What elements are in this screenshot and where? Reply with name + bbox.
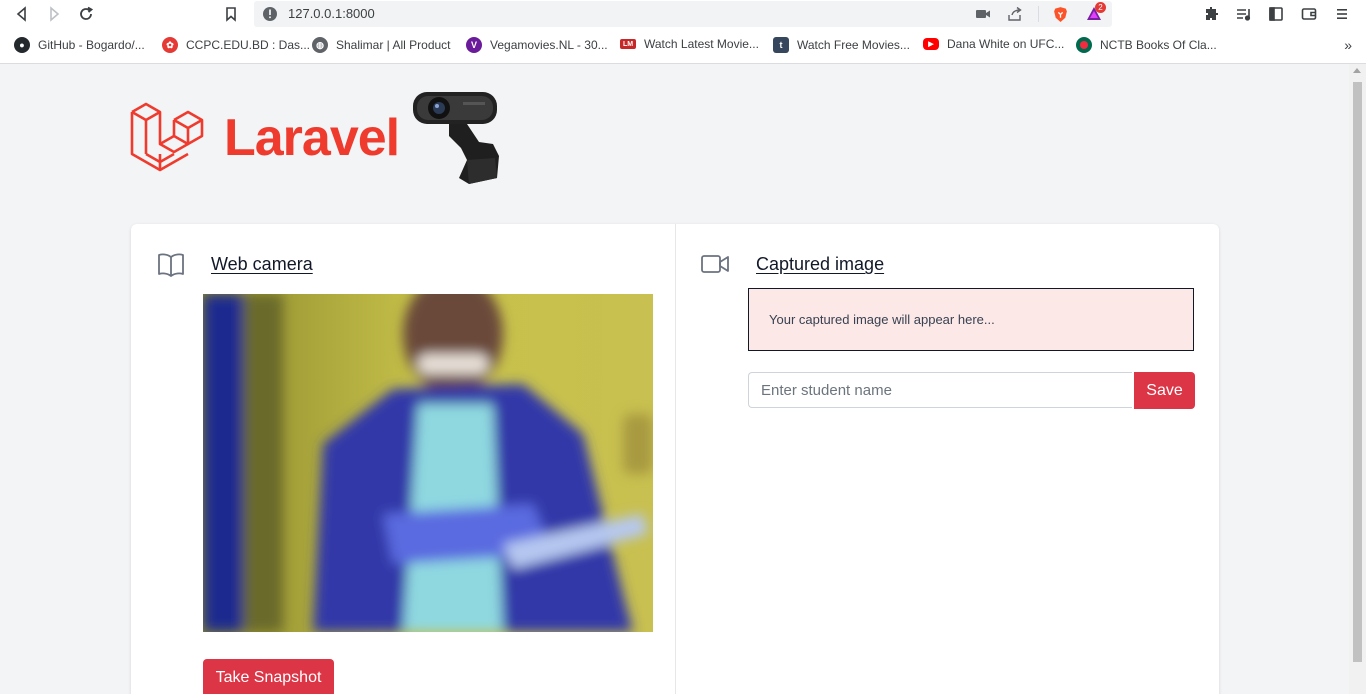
video-camera-icon: [701, 255, 729, 273]
bookmarks-bar: ● GitHub - Bogardo/... ✿ CCPC.EDU.BD : D…: [0, 29, 1366, 64]
bookmark-nctb[interactable]: NCTB Books Of Cla...: [1076, 37, 1217, 53]
tumblr-icon: t: [773, 37, 789, 53]
bookmark-ccpc[interactable]: ✿ CCPC.EDU.BD : Das...: [162, 37, 310, 53]
bookmark-github[interactable]: ● GitHub - Bogardo/...: [14, 37, 145, 53]
rewards-badge: 2: [1095, 2, 1106, 13]
browser-toolbar: 127.0.0.1:8000 2: [0, 0, 1366, 29]
save-button[interactable]: Save: [1134, 372, 1195, 409]
scroll-thumb[interactable]: [1353, 82, 1362, 662]
ccpc-icon: ✿: [162, 37, 178, 53]
webcam-icon: [413, 92, 500, 184]
address-bar[interactable]: 127.0.0.1:8000 2: [254, 1, 1112, 27]
bookmark-watch-latest[interactable]: LM Watch Latest Movie...: [620, 37, 759, 51]
back-icon[interactable]: [11, 3, 33, 25]
brave-shields-icon[interactable]: [1051, 5, 1069, 23]
laravel-logo-icon: [130, 102, 204, 172]
playlist-icon[interactable]: [1233, 3, 1255, 25]
github-icon: ●: [14, 37, 30, 53]
page-scrollbar[interactable]: [1349, 64, 1366, 694]
globe-icon: ◍: [312, 37, 328, 53]
webcam-feed: [203, 294, 653, 632]
extensions-icon[interactable]: [1201, 3, 1223, 25]
page-content: Laravel Web camera Take Snapshot Capture…: [0, 64, 1349, 694]
take-snapshot-button[interactable]: Take Snapshot: [203, 659, 334, 694]
menu-icon[interactable]: [1331, 3, 1353, 25]
web-camera-title[interactable]: Web camera: [211, 254, 313, 275]
book-icon: [158, 253, 184, 277]
site-info-icon[interactable]: [262, 6, 278, 22]
reload-icon[interactable]: [75, 3, 97, 25]
sidebar-icon[interactable]: [1265, 3, 1287, 25]
placeholder-message: Your captured image will appear here...: [769, 312, 995, 327]
lm-icon: LM: [620, 39, 636, 49]
brave-rewards-icon[interactable]: 2: [1085, 2, 1106, 23]
panel-divider: [675, 224, 676, 694]
bangladesh-flag-icon: [1076, 37, 1092, 53]
bookmark-shalimar[interactable]: ◍ Shalimar | All Product: [312, 37, 451, 53]
bookmark-dana-white[interactable]: ▶ Dana White on UFC...: [923, 37, 1064, 51]
wallet-icon[interactable]: [1298, 3, 1320, 25]
bookmark-watch-free[interactable]: t Watch Free Movies...: [773, 37, 910, 53]
laravel-wordmark: Laravel: [224, 109, 400, 167]
logo-row: Laravel: [130, 88, 505, 188]
more-bookmarks-icon[interactable]: »: [1344, 37, 1352, 53]
youtube-icon: ▶: [923, 38, 939, 50]
forward-icon[interactable]: [43, 3, 65, 25]
share-icon[interactable]: [1006, 5, 1024, 23]
student-name-input[interactable]: [748, 372, 1132, 408]
camera-in-use-icon[interactable]: [974, 5, 992, 23]
capture-card: Web camera Take Snapshot Captured image …: [131, 224, 1219, 694]
bookmark-vegamovies[interactable]: V Vegamovies.NL - 30...: [466, 37, 608, 53]
bookmark-icon[interactable]: [220, 3, 242, 25]
scroll-up-icon[interactable]: [1353, 68, 1361, 73]
url-text: 127.0.0.1:8000: [288, 6, 375, 21]
captured-image-placeholder: Your captured image will appear here...: [748, 288, 1194, 351]
captured-image-title[interactable]: Captured image: [756, 254, 884, 275]
vegamovies-icon: V: [466, 37, 482, 53]
